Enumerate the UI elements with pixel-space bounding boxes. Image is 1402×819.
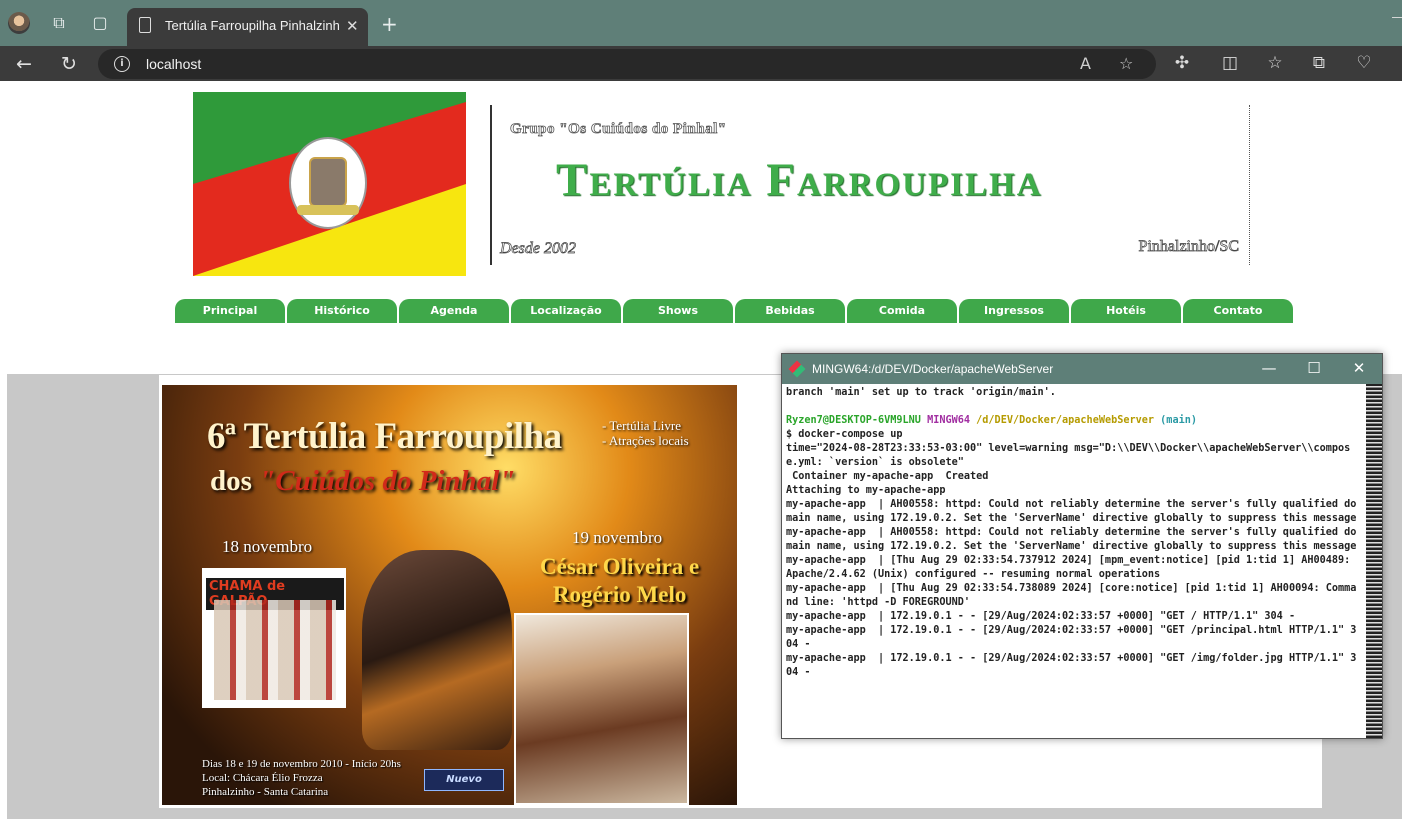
since-label: Desde 2002 — [500, 240, 577, 258]
guitarist-photo — [362, 550, 512, 750]
poster-subtitle: dos "Cuiúdos do Pinhal" — [210, 465, 516, 497]
terminal-line-branch: branch 'main' set up to track 'origin/ma… — [786, 387, 1056, 398]
city-label: Pinhalzinho/SC — [1138, 238, 1239, 256]
terminal-titlebar[interactable]: MINGW64:/d/DEV/Docker/apacheWebServer — … — [782, 354, 1382, 384]
terminal-window[interactable]: MINGW64:/d/DEV/Docker/apacheWebServer — … — [781, 353, 1383, 739]
menu-item-principal[interactable]: Principal — [175, 299, 285, 323]
window-minimize-button[interactable]: — — [1392, 8, 1402, 24]
terminal-title: MINGW64:/d/DEV/Docker/apacheWebServer — [812, 362, 1054, 376]
poster-date-19: 19 novembro — [572, 528, 663, 547]
performance-icon[interactable]: ♡ — [1353, 53, 1375, 73]
back-icon[interactable]: ← — [11, 51, 37, 77]
event-poster: 6ª Tertúlia Farroupilha dos "Cuiúdos do … — [162, 385, 737, 805]
url-text[interactable]: localhost — [146, 56, 201, 72]
terminal-log: time="2024-08-28T23:33:53-03:00" level=w… — [786, 443, 1357, 678]
main-menu: Principal Histórico Agenda Localização S… — [175, 299, 1295, 323]
menu-item-hoteis[interactable]: Hotéis — [1071, 299, 1181, 323]
group-name: Grupo "Os Cuiúdos do Pinhal" — [510, 121, 727, 138]
terminal-output[interactable]: branch 'main' set up to track 'origin/ma… — [784, 386, 1364, 738]
sponsor-logo: Nuevo — [424, 769, 504, 791]
band-photo: CHAMA de GALPÃO — [202, 568, 346, 708]
tab-actions-icon[interactable]: ▢ — [90, 13, 110, 33]
extensions-icon[interactable]: ✣ — [1171, 53, 1193, 73]
terminal-prompt: Ryzen7@DESKTOP-6VM9LNU MINGW64 /d/DEV/Do… — [786, 415, 1197, 426]
collections-icon[interactable]: ⧉ — [1308, 53, 1330, 73]
tab-title: Tertúlia Farroupilha Pinhalzinho — [165, 18, 340, 33]
split-screen-icon[interactable]: ◫ — [1219, 53, 1241, 73]
menu-item-ingressos[interactable]: Ingressos — [959, 299, 1069, 323]
browser-toolbar: ← ↻ i localhost A ☆ ✣ ◫ ☆ ⧉ ♡ — [0, 46, 1402, 81]
poster-artists: César Oliveira e Rogério Melo — [540, 554, 700, 607]
menu-item-contato[interactable]: Contato — [1183, 299, 1293, 323]
terminal-scrollbar[interactable] — [1366, 384, 1382, 738]
terminal-command: $ docker-compose up — [786, 429, 903, 440]
favorites-icon[interactable]: ☆ — [1264, 53, 1286, 73]
poster-info: Dias 18 e 19 de novembro 2010 - Início 2… — [202, 758, 401, 798]
terminal-close-button[interactable]: ✕ — [1344, 359, 1374, 377]
poster-title: 6ª Tertúlia Farroupilha — [207, 416, 562, 457]
menu-item-shows[interactable]: Shows — [623, 299, 733, 323]
coat-of-arms — [289, 137, 367, 229]
profile-avatar[interactable] — [8, 12, 30, 34]
workspaces-icon[interactable]: ⧉ — [49, 13, 69, 33]
terminal-maximize-button[interactable]: ☐ — [1299, 359, 1329, 377]
refresh-icon[interactable]: ↻ — [56, 51, 82, 77]
new-tab-button[interactable]: + — [381, 12, 398, 36]
terminal-minimize-button[interactable]: — — [1254, 359, 1284, 377]
address-bar[interactable]: i localhost A ☆ — [98, 49, 1156, 79]
site-header: Grupo "Os Cuiúdos do Pinhal" Tertúlia Fa… — [490, 105, 1250, 265]
menu-item-localizacao[interactable]: Localização — [511, 299, 621, 323]
read-aloud-icon[interactable]: A — [1080, 54, 1091, 73]
menu-item-agenda[interactable]: Agenda — [399, 299, 509, 323]
menu-item-historico[interactable]: Histórico — [287, 299, 397, 323]
artist-photo — [514, 613, 689, 805]
site-title: Tertúlia Farroupilha — [556, 154, 1043, 206]
browser-tab-bar: ⧉ ▢ Tertúlia Farroupilha Pinhalzinho ✕ +… — [0, 0, 1402, 46]
poster-date-18: 18 novembro — [222, 537, 313, 556]
menu-item-bebidas[interactable]: Bebidas — [735, 299, 845, 323]
info-icon[interactable]: i — [114, 56, 130, 72]
git-bash-icon — [788, 360, 806, 378]
page-icon — [139, 17, 151, 33]
browser-tab-active[interactable]: Tertúlia Farroupilha Pinhalzinho ✕ — [127, 8, 368, 46]
rio-grande-do-sul-flag — [193, 92, 466, 276]
tab-close-icon[interactable]: ✕ — [346, 17, 359, 35]
poster-extras: - Tertúlia Livre - Atrações locais — [602, 418, 689, 448]
menu-item-comida[interactable]: Comida — [847, 299, 957, 323]
favorite-icon[interactable]: ☆ — [1119, 54, 1133, 73]
